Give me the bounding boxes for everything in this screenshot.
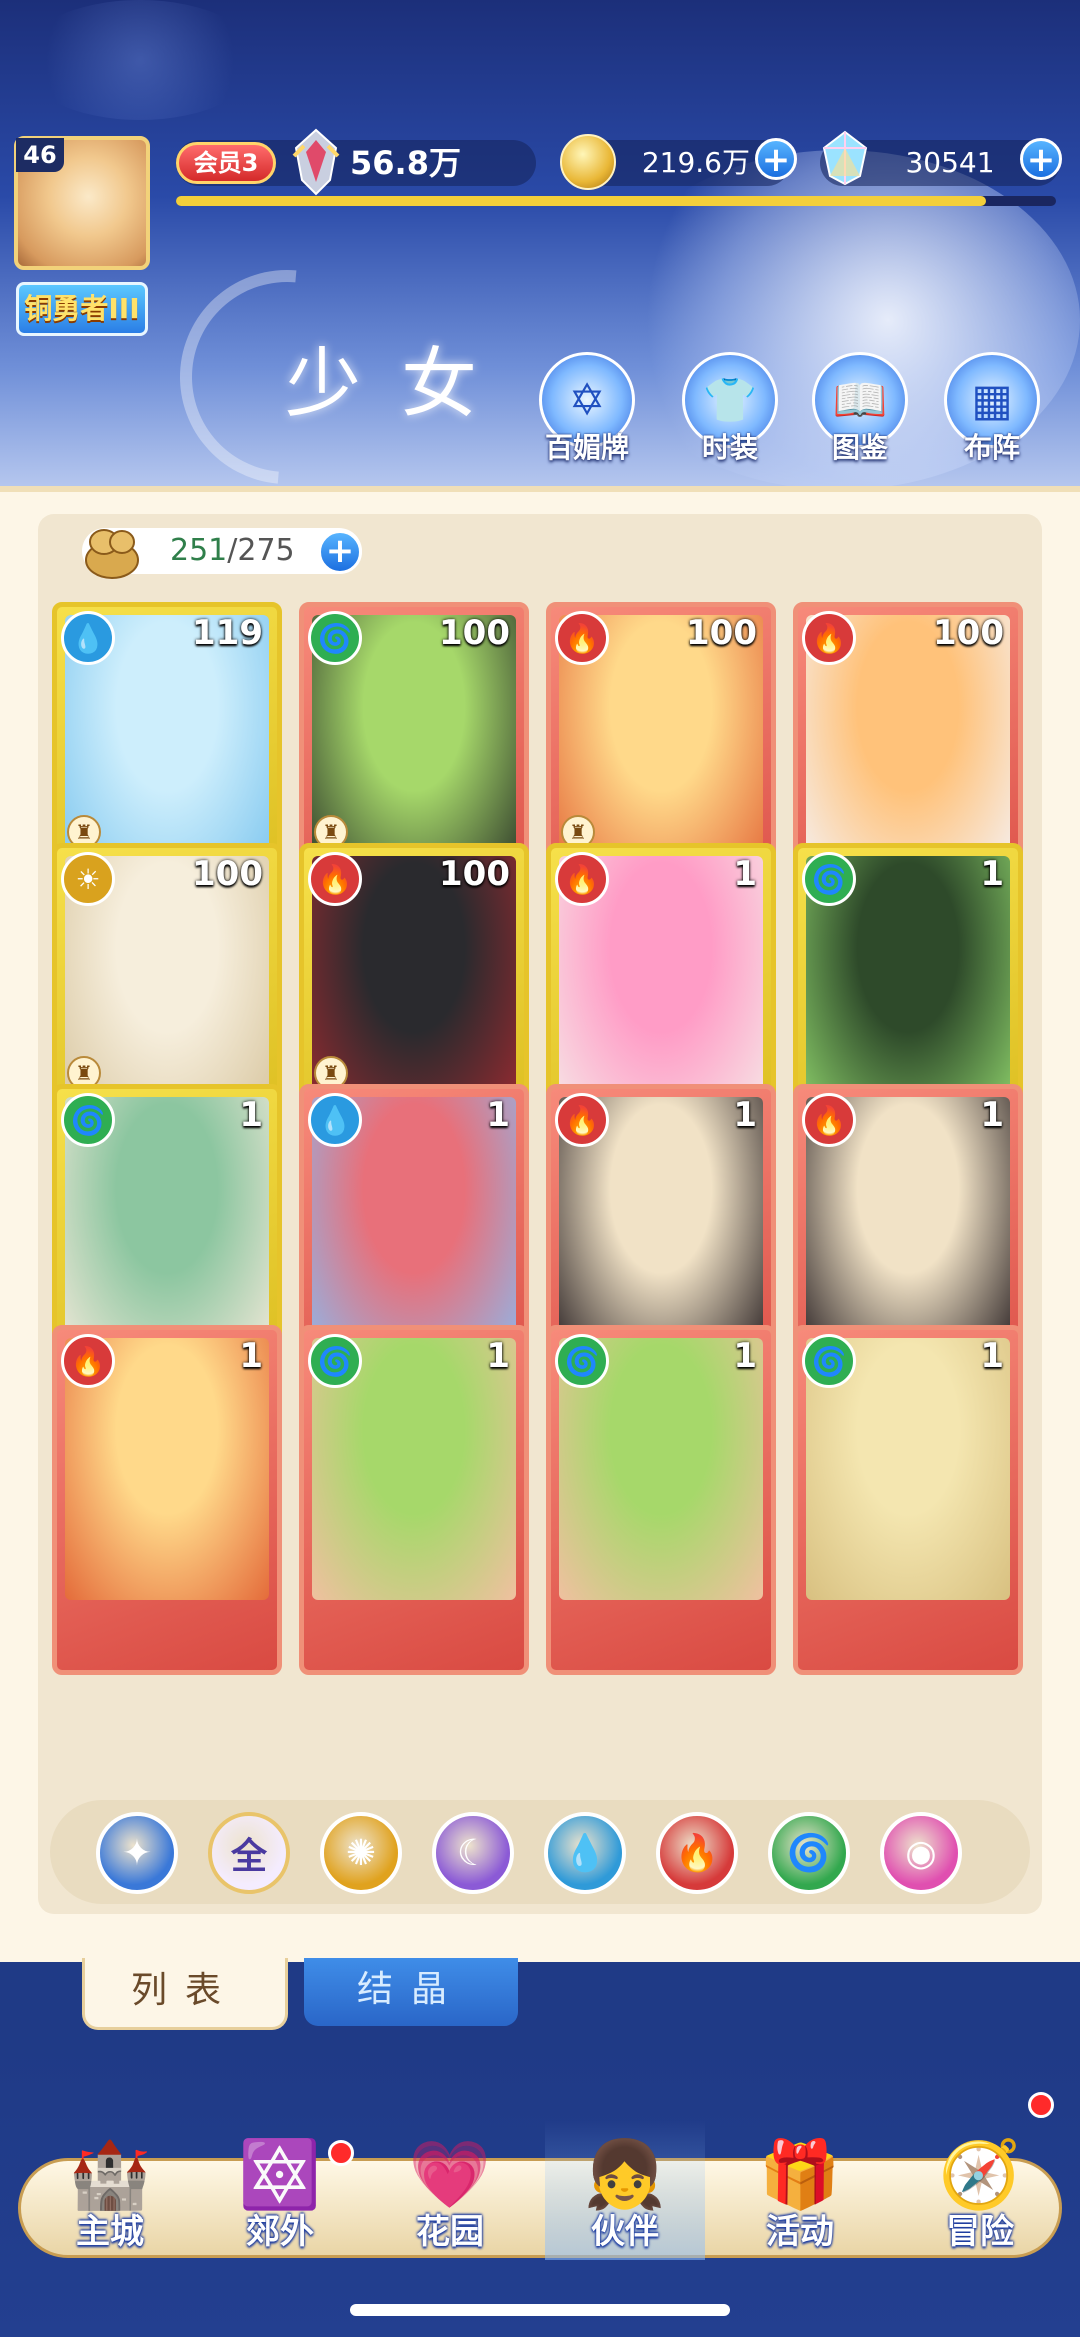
nav-outskirts-label: 郊外: [246, 2212, 314, 2252]
filter-water-button[interactable]: 💧: [544, 1812, 626, 1894]
special-filter-icon: ◉: [905, 1832, 937, 1874]
coin-icon: [560, 134, 616, 190]
xp-bar-fill: [176, 196, 986, 206]
nav-main-city[interactable]: 🏰 主城: [30, 2120, 190, 2260]
formation-button[interactable]: ▦ 布阵: [937, 352, 1047, 466]
card-level: 1: [486, 1336, 510, 1376]
filter-sort-button[interactable]: ✦: [96, 1812, 178, 1894]
nav-garden-label: 花园: [416, 2212, 484, 2252]
nav-partner[interactable]: 👧 伙伴: [545, 2120, 705, 2260]
fire-element-icon: 🔥: [555, 1093, 609, 1147]
costume-button[interactable]: 👕 时装: [675, 352, 785, 466]
light-filter-icon: ✺: [345, 1832, 377, 1874]
tab-list[interactable]: 列表: [82, 1958, 288, 2030]
page-title: 少女: [285, 339, 517, 428]
nav-adventure[interactable]: 🧭 冒险: [900, 2120, 1060, 2260]
filter-special-button[interactable]: ◉: [880, 1812, 962, 1894]
dark-filter-icon: ☾: [456, 1832, 490, 1874]
character-card[interactable]: 🌀 1: [299, 1325, 529, 1675]
filter-all-button[interactable]: 全: [208, 1812, 290, 1894]
filter-fire-button[interactable]: 🔥: [656, 1812, 738, 1894]
wind-element-icon: 🌀: [308, 1334, 362, 1388]
inventory-count: 251/275: [170, 533, 295, 568]
costume-label: 时装: [701, 431, 758, 464]
character-grid: 💧119♜菲尔★★★🌀100♜奥姆★★🔥100♜苏菲亚★🔥100赛茵★☀100♜…: [52, 602, 1032, 1790]
notification-dot: [1028, 2092, 1054, 2118]
wind-element-icon: 🌀: [555, 1334, 609, 1388]
gem-icon: [822, 130, 868, 186]
card-level: 1: [980, 1336, 1004, 1376]
card-level: 119: [192, 613, 263, 653]
rank-badge[interactable]: 铜勇者III: [16, 282, 148, 336]
filter-wind-button[interactable]: 🌀: [768, 1812, 850, 1894]
card-level: 100: [439, 854, 510, 894]
nav-events-label: 活动: [766, 2212, 834, 2252]
card-level: 100: [192, 854, 263, 894]
wind-element-icon: 🌀: [61, 1093, 115, 1147]
card-level: 100: [933, 613, 1004, 653]
xp-bar: [176, 196, 1056, 206]
nav-garden[interactable]: 💗 花园: [370, 2120, 530, 2260]
power-value: 56.8万: [350, 144, 461, 182]
bag-icon: [85, 529, 139, 579]
sort-filter-icon: ✦: [121, 1832, 153, 1874]
card-level: 1: [733, 854, 757, 894]
power-emblem-icon: [292, 128, 340, 196]
card-deck-label: 百媚牌: [544, 431, 629, 464]
coin-value: 219.6万: [641, 146, 750, 179]
card-level: 1: [486, 1095, 510, 1135]
water-element-icon: 💧: [61, 611, 115, 665]
fire-filter-icon: 🔥: [674, 1833, 720, 1874]
wind-element-icon: 🌀: [802, 1334, 856, 1388]
water-filter-icon: 💧: [562, 1833, 608, 1874]
light-element-icon: ☀: [61, 852, 115, 906]
fire-element-icon: 🔥: [802, 1093, 856, 1147]
notification-dot: [328, 2140, 354, 2166]
fire-element-icon: 🔥: [555, 852, 609, 906]
tab-crystal[interactable]: 结晶: [304, 1958, 518, 2026]
character-card[interactable]: 🌀 1: [546, 1325, 776, 1675]
nav-partner-label: 伙伴: [591, 2212, 659, 2252]
home-indicator: [350, 2304, 730, 2316]
card-level: 1: [733, 1336, 757, 1376]
card-level: 100: [439, 613, 510, 653]
card-level: 1: [733, 1095, 757, 1135]
fire-element-icon: 🔥: [308, 852, 362, 906]
nav-adventure-label: 冒险: [946, 2212, 1014, 2252]
card-level: 1: [980, 854, 1004, 894]
card-deck-button[interactable]: ✡ 百媚牌: [532, 352, 642, 466]
wind-element-icon: 🌀: [308, 611, 362, 665]
fire-element-icon: 🔥: [61, 1334, 115, 1388]
add-coins-button[interactable]: +: [755, 138, 797, 180]
collection-label: 图鉴: [831, 431, 888, 464]
character-card[interactable]: 🔥 1: [52, 1325, 282, 1675]
wind-filter-icon: 🌀: [786, 1833, 832, 1874]
fire-element-icon: 🔥: [555, 611, 609, 665]
fire-element-icon: 🔥: [802, 611, 856, 665]
filter-light-button[interactable]: ✺: [320, 1812, 402, 1894]
player-level: 46: [16, 138, 64, 172]
nav-events[interactable]: 🎁 活动: [720, 2120, 880, 2260]
expand-inventory-button[interactable]: +: [318, 530, 362, 574]
card-level: 1: [239, 1336, 263, 1376]
filter-dark-button[interactable]: ☾: [432, 1812, 514, 1894]
card-level: 1: [980, 1095, 1004, 1135]
card-level: 100: [686, 613, 757, 653]
gem-value: 30541: [905, 146, 995, 179]
add-gems-button[interactable]: +: [1020, 138, 1062, 180]
vip-badge[interactable]: 会员3: [176, 142, 276, 184]
wind-element-icon: 🌀: [802, 852, 856, 906]
nav-main-city-label: 主城: [76, 2212, 144, 2252]
water-element-icon: 💧: [308, 1093, 362, 1147]
formation-label: 布阵: [963, 431, 1020, 464]
card-level: 1: [239, 1095, 263, 1135]
character-card[interactable]: 🌀 1: [793, 1325, 1023, 1675]
collection-button[interactable]: 📖 图鉴: [805, 352, 915, 466]
